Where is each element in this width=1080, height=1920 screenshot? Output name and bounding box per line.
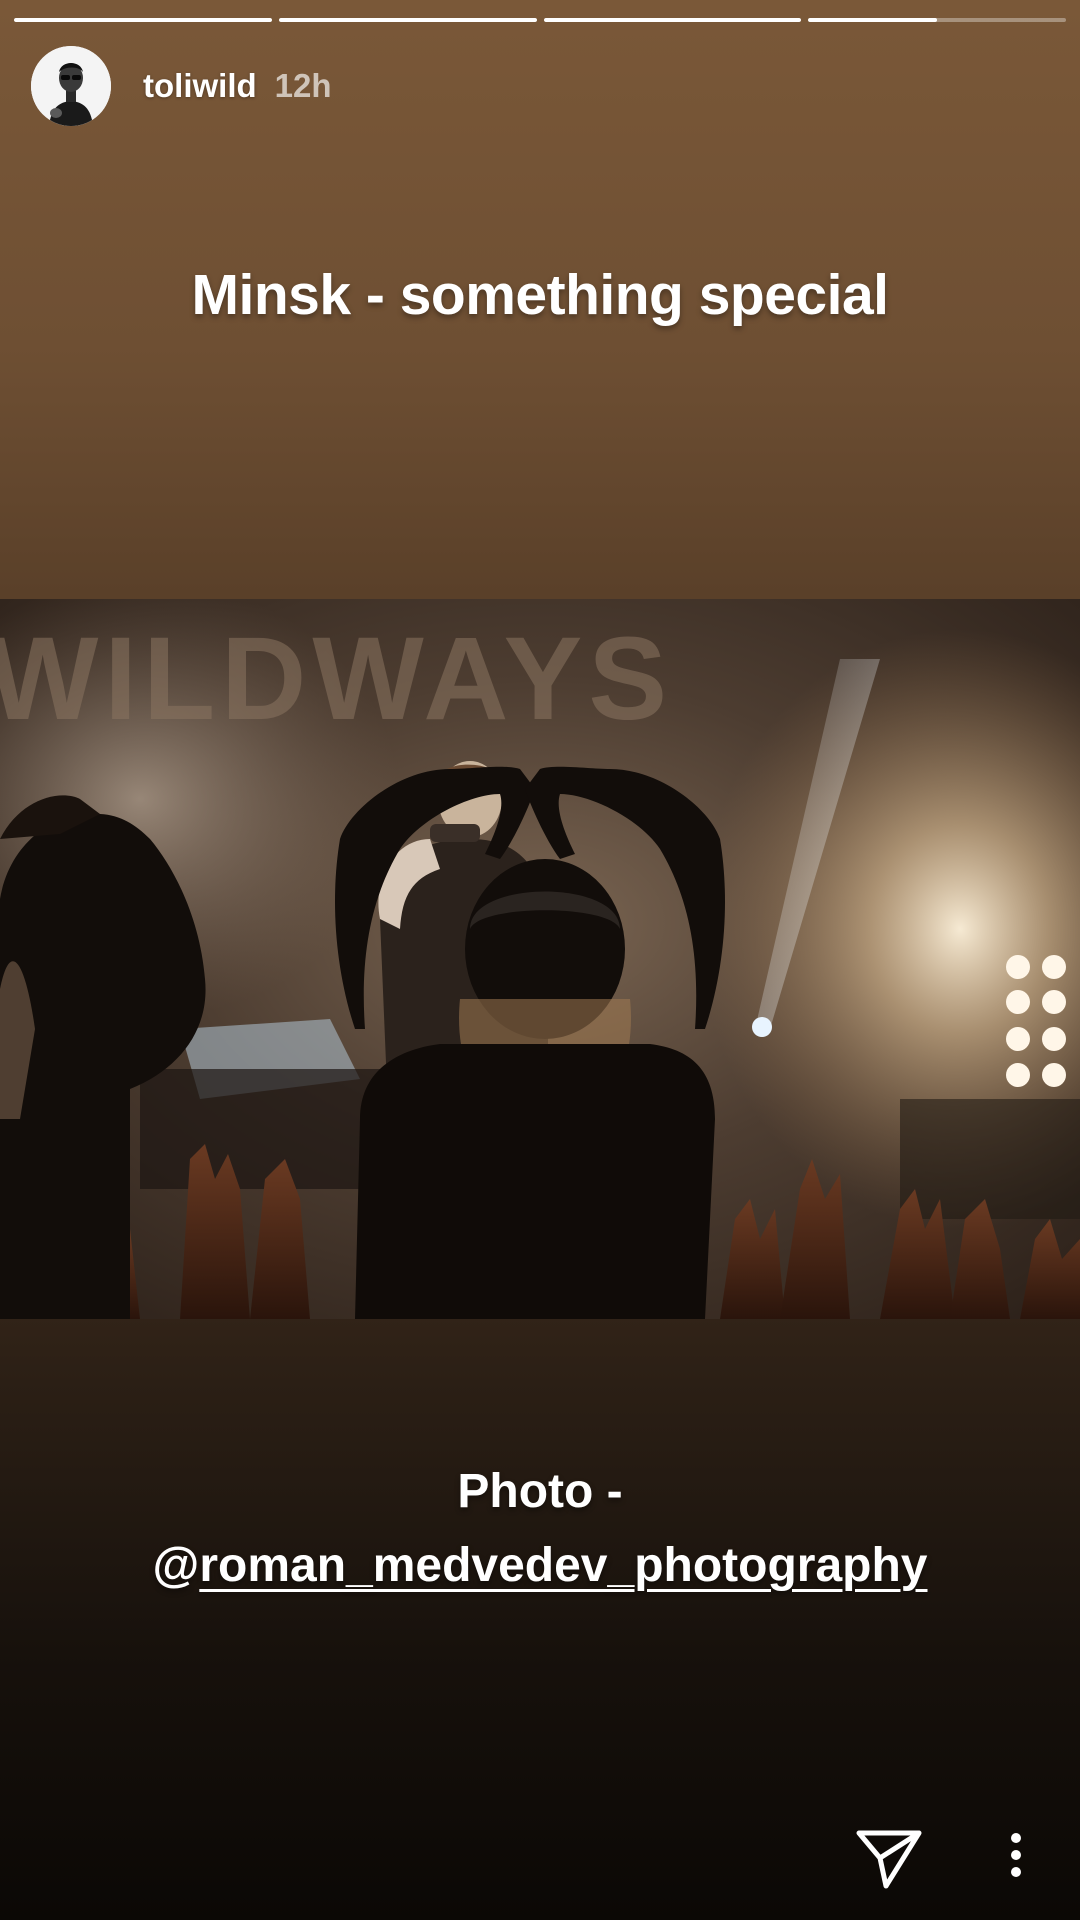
progress-segment: [278, 18, 537, 22]
mention-link[interactable]: roman_medvedev_photography: [199, 1539, 927, 1592]
story-text-credit: Photo - @roman_medvedev_photography: [0, 1455, 1080, 1603]
story-header: toliwild 12h: [31, 46, 332, 126]
mention-at-sign: @: [152, 1539, 200, 1592]
avatar[interactable]: [31, 46, 111, 126]
username[interactable]: toliwild: [143, 67, 257, 105]
progress-segment: [543, 18, 802, 22]
progress-segment: [808, 18, 1066, 22]
story-viewer[interactable]: toliwild 12h Minsk - something special W…: [0, 0, 1080, 1920]
vertical-dots-icon: [1011, 1833, 1021, 1877]
story-progress: [14, 18, 1066, 22]
more-options-button[interactable]: [998, 1832, 1034, 1882]
credit-line-2: @roman_medvedev_photography: [0, 1529, 1080, 1603]
progress-segment: [14, 18, 272, 22]
credit-line-1: Photo -: [457, 1465, 623, 1518]
story-timestamp: 12h: [274, 67, 332, 104]
avatar-image: [31, 46, 111, 126]
send-button[interactable]: [856, 1828, 922, 1890]
story-photo: WILDWAYS: [0, 599, 1080, 1319]
paper-plane-icon: [856, 1830, 922, 1889]
banner-text: WILDWAYS: [0, 613, 673, 745]
story-text-title: Minsk - something special: [191, 263, 890, 327]
